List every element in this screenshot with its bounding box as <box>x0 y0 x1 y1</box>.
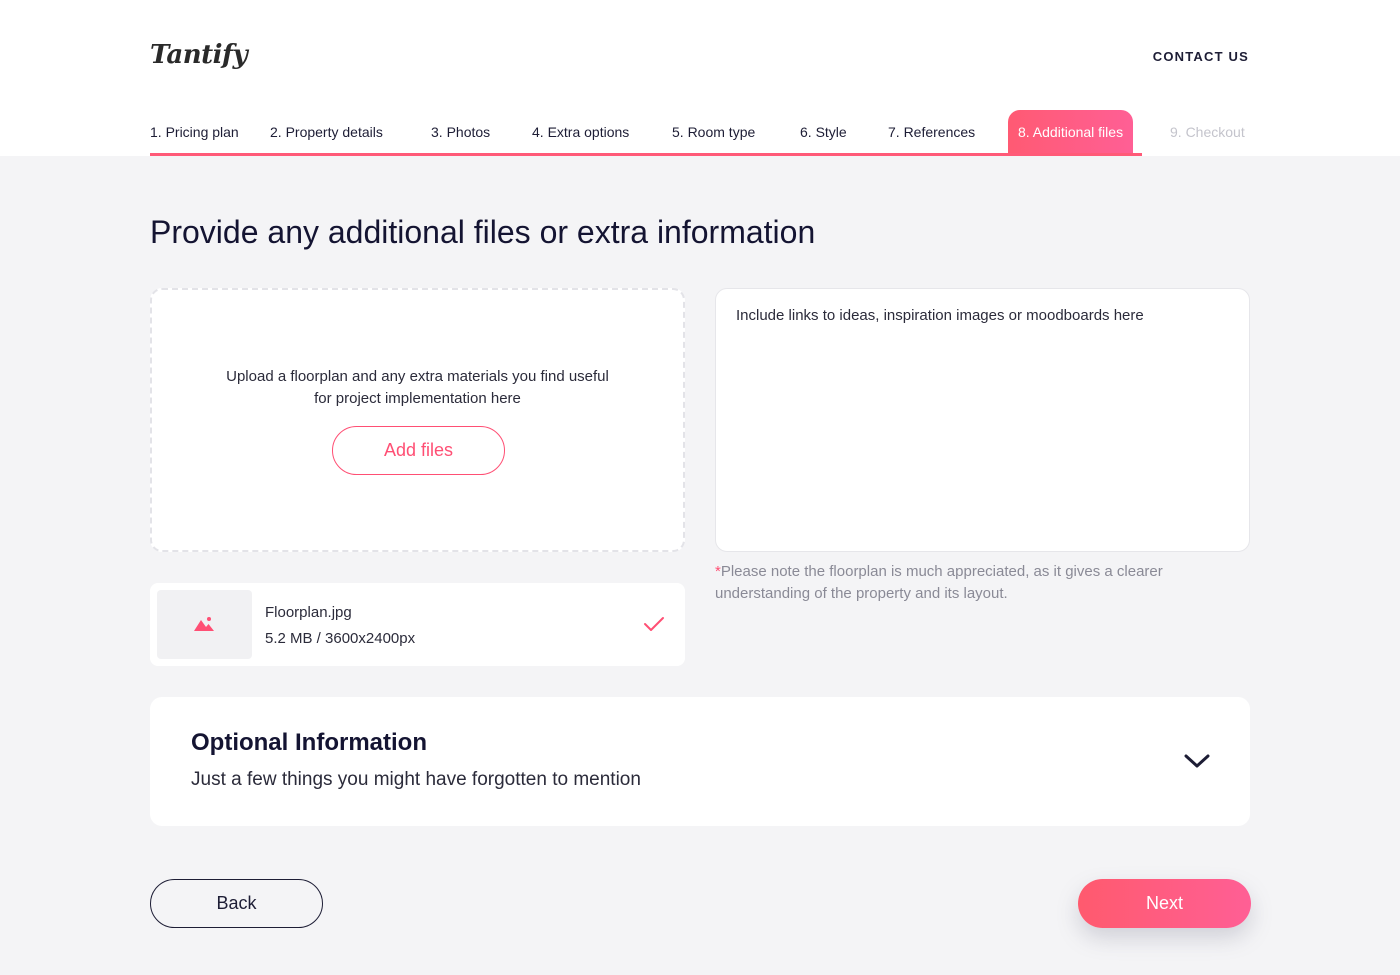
add-files-button[interactable]: Add files <box>332 426 505 475</box>
file-meta: 5.2 MB / 3600x2400px <box>265 630 416 647</box>
file-name: Floorplan.jpg <box>265 604 352 621</box>
back-button[interactable]: Back <box>150 879 323 928</box>
chevron-down-icon[interactable] <box>1184 753 1210 769</box>
note-text: Please note the floorplan is much apprec… <box>715 563 1163 602</box>
header: Tantify CONTACT US 1. Pricing plan 2. Pr… <box>0 0 1400 156</box>
step-checkout[interactable]: 9. Checkout <box>1170 110 1245 156</box>
optional-title: Optional Information <box>191 729 427 756</box>
step-pricing-plan[interactable]: 1. Pricing plan <box>150 110 239 156</box>
stepper-progress-line <box>150 153 1142 156</box>
step-extra-options[interactable]: 4. Extra options <box>532 110 629 156</box>
step-style[interactable]: 6. Style <box>800 110 847 156</box>
optional-information-accordion[interactable]: Optional Information Just a few things y… <box>150 697 1250 826</box>
file-dropzone[interactable]: Upload a floorplan and any extra materia… <box>150 288 685 552</box>
step-property-details[interactable]: 2. Property details <box>270 110 383 156</box>
contact-us-link[interactable]: CONTACT US <box>1153 49 1249 64</box>
floorplan-note: *Please note the floorplan is much appre… <box>715 561 1245 605</box>
check-icon <box>644 617 664 631</box>
step-additional-files[interactable]: 8. Additional files <box>1008 110 1134 156</box>
stepper: 1. Pricing plan 2. Property details 3. P… <box>150 110 1250 156</box>
logo[interactable]: Tantify <box>150 40 248 70</box>
step-photos[interactable]: 3. Photos <box>431 110 490 156</box>
image-icon <box>194 617 214 631</box>
optional-subtitle: Just a few things you might have forgott… <box>191 769 641 790</box>
step-references[interactable]: 7. References <box>888 110 975 156</box>
links-textarea[interactable] <box>715 288 1250 552</box>
page-title: Provide any additional files or extra in… <box>150 214 816 250</box>
file-thumbnail <box>157 590 252 659</box>
step-room-type[interactable]: 5. Room type <box>672 110 755 156</box>
next-button[interactable]: Next <box>1078 879 1251 928</box>
dropzone-text: Upload a floorplan and any extra materia… <box>226 368 609 407</box>
uploaded-file-card: Floorplan.jpg 5.2 MB / 3600x2400px <box>150 583 685 666</box>
